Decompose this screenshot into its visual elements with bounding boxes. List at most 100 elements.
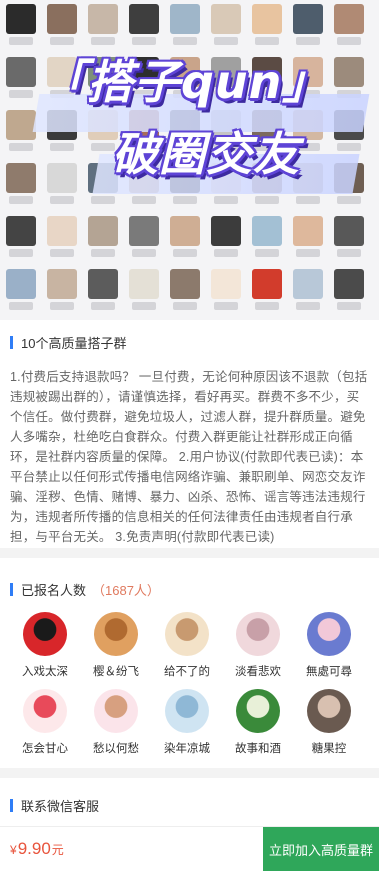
avatar-nickname-placeholder bbox=[132, 302, 156, 310]
section-title: 联系微信客服 bbox=[21, 798, 100, 814]
avatar-nickname-placeholder bbox=[173, 302, 197, 310]
price-value: 9.90 bbox=[17, 839, 51, 858]
group-avatar bbox=[250, 4, 284, 45]
group-avatar bbox=[168, 269, 202, 310]
group-avatar bbox=[332, 216, 366, 257]
group-avatar bbox=[209, 4, 243, 45]
member-item: 糖果控 bbox=[294, 689, 364, 756]
member-avatar bbox=[307, 689, 351, 733]
section-header: 联系微信客服 bbox=[10, 796, 369, 814]
avatar-nickname-placeholder bbox=[9, 249, 33, 257]
member-avatar bbox=[236, 612, 280, 656]
group-avatar bbox=[4, 216, 38, 257]
avatar-image bbox=[47, 269, 77, 299]
group-avatar bbox=[127, 4, 161, 45]
section-title: 10个高质量搭子群 bbox=[21, 335, 127, 351]
group-avatar bbox=[332, 4, 366, 45]
member-grid: 入戏太深 樱＆纷飞 给不了的 淡看悲欢 無處可尋怎会甘心 愁以何愁 染年凉城 故事和酒 糖果控 bbox=[10, 612, 369, 756]
rules-text: 1.付费后支持退款吗？ 一旦付费，无论何种原因该不退款（包括违规被踢出群的），请… bbox=[10, 370, 368, 544]
group-avatar bbox=[209, 269, 243, 310]
avatar-nickname-placeholder bbox=[91, 249, 115, 257]
avatar-image bbox=[211, 216, 241, 246]
group-avatar bbox=[127, 216, 161, 257]
group-avatar bbox=[45, 216, 79, 257]
avatar-image bbox=[334, 269, 364, 299]
price-unit: 元 bbox=[51, 843, 64, 857]
group-avatar bbox=[45, 4, 79, 45]
hero-title-line-2: 破圈交友 bbox=[112, 127, 300, 181]
avatar-image bbox=[293, 269, 323, 299]
member-item: 染年凉城 bbox=[152, 689, 222, 756]
section-marker bbox=[10, 798, 13, 812]
member-item: 入戏太深 bbox=[10, 612, 80, 679]
group-avatar bbox=[291, 4, 325, 45]
group-avatar bbox=[332, 269, 366, 310]
avatar-image bbox=[170, 4, 200, 34]
member-name: 染年凉城 bbox=[164, 743, 210, 755]
group-avatar bbox=[168, 216, 202, 257]
avatar-image bbox=[170, 216, 200, 246]
member-avatar bbox=[23, 689, 67, 733]
avatar-image bbox=[129, 216, 159, 246]
members-section: 已报名人数 （1687人） 入戏太深 樱＆纷飞 给不了的 淡看悲欢 無處可尋怎会甘心 愁以… bbox=[0, 580, 379, 756]
group-avatar bbox=[4, 4, 38, 45]
member-name: 愁以何愁 bbox=[93, 743, 139, 755]
avatar-image bbox=[47, 4, 77, 34]
group-avatar bbox=[127, 269, 161, 310]
member-item: 故事和酒 bbox=[223, 689, 293, 756]
avatar-image bbox=[6, 269, 36, 299]
avatar-image bbox=[6, 4, 36, 34]
member-item: 愁以何愁 bbox=[81, 689, 151, 756]
member-name: 怎会甘心 bbox=[22, 743, 68, 755]
section-marker bbox=[10, 335, 13, 349]
member-name: 入戏太深 bbox=[22, 666, 68, 678]
avatar-nickname-placeholder bbox=[91, 302, 115, 310]
avatar-nickname-placeholder bbox=[9, 302, 33, 310]
avatar-nickname-placeholder bbox=[296, 302, 320, 310]
group-avatar bbox=[86, 4, 120, 45]
avatar-image bbox=[47, 216, 77, 246]
section-marker bbox=[10, 582, 13, 596]
group-avatar bbox=[168, 4, 202, 45]
member-name: 给不了的 bbox=[164, 666, 210, 678]
avatar-nickname-placeholder bbox=[337, 249, 361, 257]
avatar-image bbox=[129, 4, 159, 34]
hero-title-line-1: 「搭子qun」 bbox=[40, 55, 330, 109]
avatar-nickname-placeholder bbox=[50, 302, 74, 310]
member-item: 给不了的 bbox=[152, 612, 222, 679]
avatar-nickname-placeholder bbox=[296, 249, 320, 257]
member-item: 怎会甘心 bbox=[10, 689, 80, 756]
avatar-image bbox=[88, 4, 118, 34]
group-avatar bbox=[86, 269, 120, 310]
group-rules-section: 10个高质量搭子群 1.付费后支持退款吗？ 一旦付费，无论何种原因该不退款（包括… bbox=[0, 333, 379, 547]
member-avatar bbox=[94, 612, 138, 656]
member-name: 樱＆纷飞 bbox=[93, 666, 139, 678]
section-header: 10个高质量搭子群 bbox=[10, 333, 369, 351]
avatar-image bbox=[88, 216, 118, 246]
avatar-image bbox=[252, 216, 282, 246]
group-avatar bbox=[4, 269, 38, 310]
avatar-image bbox=[334, 216, 364, 246]
avatar-nickname-placeholder bbox=[337, 302, 361, 310]
member-avatar bbox=[236, 689, 280, 733]
hero-banner: 「搭子qun」 破圈交友 bbox=[0, 0, 379, 320]
group-avatar bbox=[209, 216, 243, 257]
group-avatar bbox=[45, 269, 79, 310]
member-name: 無處可尋 bbox=[306, 666, 352, 678]
hero-title: 「搭子qun」 破圈交友 bbox=[0, 42, 379, 202]
customer-service-section[interactable]: 联系微信客服 bbox=[0, 796, 379, 814]
member-item: 淡看悲欢 bbox=[223, 612, 293, 679]
section-header: 已报名人数 （1687人） bbox=[10, 580, 369, 598]
member-name: 糖果控 bbox=[311, 743, 347, 755]
avatar-image bbox=[252, 269, 282, 299]
join-group-button[interactable]: 立即加入高质量群 bbox=[263, 827, 379, 871]
member-avatar bbox=[165, 689, 209, 733]
section-divider bbox=[0, 768, 379, 778]
avatar-nickname-placeholder bbox=[132, 249, 156, 257]
group-avatar bbox=[86, 216, 120, 257]
group-avatar bbox=[250, 216, 284, 257]
member-avatar bbox=[307, 612, 351, 656]
avatar-image bbox=[293, 216, 323, 246]
avatar-image bbox=[211, 4, 241, 34]
member-item: 無處可尋 bbox=[294, 612, 364, 679]
